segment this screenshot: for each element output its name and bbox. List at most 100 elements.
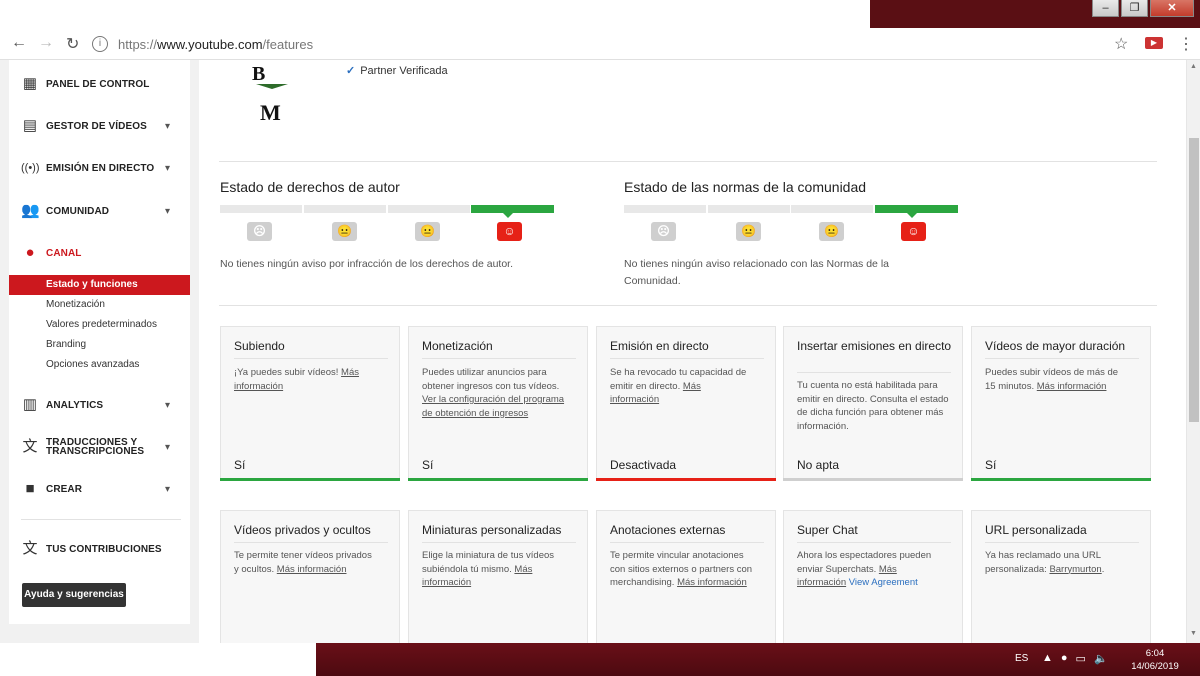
meter-indicator bbox=[906, 212, 918, 218]
sidebar-item-live[interactable]: ((•)) EMISIÓN EN DIRECTO ▾ bbox=[9, 158, 190, 178]
sidebar-item-label: CREAR bbox=[46, 483, 83, 495]
more-info-link[interactable]: Más bbox=[514, 564, 532, 575]
card-divider bbox=[610, 358, 764, 359]
more-info-link[interactable]: Más bbox=[341, 367, 359, 378]
more-info-link[interactable]: información bbox=[797, 577, 846, 588]
card-divider bbox=[797, 372, 951, 373]
chevron-down-icon[interactable]: ▾ bbox=[165, 484, 170, 495]
chevron-down-icon[interactable]: ▾ bbox=[165, 400, 170, 411]
sidebar-item-analytics[interactable]: ▥ ANALYTICS ▾ bbox=[9, 395, 190, 415]
close-icon[interactable]: ✕ bbox=[1150, 0, 1194, 17]
chevron-down-icon[interactable]: ▾ bbox=[165, 121, 170, 132]
language-indicator[interactable]: ES bbox=[1015, 653, 1028, 664]
view-agreement-link[interactable]: View Agreement bbox=[849, 577, 918, 588]
card-divider bbox=[422, 542, 576, 543]
sidebar-divider bbox=[21, 519, 181, 520]
tray-expand-icon[interactable]: ▲ bbox=[1042, 652, 1053, 665]
more-info-link[interactable]: Más información bbox=[277, 564, 347, 575]
neutral-face-icon: 😐 bbox=[332, 222, 357, 241]
minimize-icon[interactable]: – bbox=[1092, 0, 1119, 17]
card-title: Vídeos de mayor duración bbox=[985, 339, 1126, 353]
neutral-face-icon: 😐 bbox=[415, 222, 440, 241]
volume-icon[interactable]: 🔈 bbox=[1094, 652, 1108, 665]
back-arrow-icon[interactable]: ← bbox=[11, 34, 27, 52]
card-status: Sí bbox=[234, 458, 246, 472]
sad-face-icon: ☹ bbox=[651, 222, 676, 241]
monetization-settings-link[interactable]: Ver la configuración del programa bbox=[422, 394, 564, 405]
card-description: Ahora los espectadores pueden enviar Supe… bbox=[797, 549, 954, 590]
scroll-down-arrow-icon[interactable]: ▼ bbox=[1190, 630, 1197, 637]
feature-card-custom-url: URL personalizada Ya has reclamado una U… bbox=[971, 510, 1151, 643]
happy-face-icon: ☺ bbox=[497, 222, 522, 241]
card-status-bar bbox=[220, 478, 400, 481]
feature-card-longer-videos: Vídeos de mayor duración Puedes subir ví… bbox=[971, 326, 1151, 481]
sidebar-item-label: GESTOR DE VÍDEOS bbox=[46, 120, 147, 132]
forward-arrow-icon[interactable]: → bbox=[38, 34, 54, 52]
card-divider bbox=[985, 358, 1139, 359]
custom-url-link[interactable]: Barrymurton bbox=[1049, 564, 1101, 575]
info-icon[interactable]: i bbox=[92, 36, 108, 52]
sidebar-subitem-branding[interactable]: Branding bbox=[9, 335, 190, 355]
sidebar-subitem-defaults[interactable]: Valores predeterminados bbox=[9, 315, 190, 335]
card-divider bbox=[797, 542, 951, 543]
chevron-down-icon[interactable]: ▾ bbox=[165, 163, 170, 174]
more-info-link[interactable]: información bbox=[422, 577, 471, 588]
chevron-down-icon[interactable]: ▾ bbox=[165, 442, 170, 453]
feature-card-embed-live: Insertar emisiones en directo Tu cuenta … bbox=[783, 326, 963, 481]
more-info-link[interactable]: Más información bbox=[1037, 381, 1107, 392]
sidebar-item-label-line2: TRANSCRIPCIONES bbox=[46, 446, 145, 457]
url-prefix: https:// bbox=[118, 36, 158, 52]
address-bar[interactable]: i https://www.youtube.com/features bbox=[92, 33, 872, 55]
card-title: Vídeos privados y ocultos bbox=[234, 523, 371, 537]
feature-card-super-chat: Super Chat Ahora los espectadores pueden… bbox=[783, 510, 963, 643]
network-icon[interactable]: ▭ bbox=[1076, 652, 1086, 665]
card-desc-text: Te permite tener vídeos privados bbox=[234, 550, 372, 561]
sidebar-item-dashboard[interactable]: ▦ PANEL DE CONTROL bbox=[9, 74, 190, 94]
extension-icon[interactable]: ▶ bbox=[1145, 37, 1163, 49]
sidebar-item-create[interactable]: ■ CREAR ▾ bbox=[9, 479, 190, 499]
more-info-link[interactable]: Más bbox=[683, 381, 701, 392]
more-info-link[interactable]: Más bbox=[879, 564, 897, 575]
sidebar-subitem-monetization[interactable]: Monetización bbox=[9, 295, 190, 315]
clock[interactable]: 6:04 14/06/2019 bbox=[1120, 647, 1190, 673]
more-info-link[interactable]: información bbox=[610, 394, 659, 405]
sidebar-item-video-manager[interactable]: ▤ GESTOR DE VÍDEOS ▾ bbox=[9, 116, 190, 136]
more-info-link[interactable]: información bbox=[234, 381, 283, 392]
neutral-face-icon: 😐 bbox=[736, 222, 761, 241]
card-title: URL personalizada bbox=[985, 523, 1087, 537]
main-content: B M ✓ Partner Verificada Estado de derech… bbox=[199, 60, 1186, 643]
feature-card-private-videos: Vídeos privados y ocultos Te permite ten… bbox=[220, 510, 400, 643]
scroll-up-arrow-icon[interactable]: ▲ bbox=[1190, 63, 1197, 70]
tray-app-icon[interactable]: ● bbox=[1061, 652, 1068, 665]
video-camera-icon: ■ bbox=[25, 480, 35, 497]
card-status-bar bbox=[783, 478, 963, 481]
card-title: Subiendo bbox=[234, 339, 285, 353]
meter-segment bbox=[791, 205, 873, 213]
sidebar-item-community[interactable]: 👥 COMUNIDAD ▾ bbox=[9, 201, 190, 221]
card-title: Insertar emisiones en directo bbox=[797, 339, 952, 353]
happy-face-icon: ☺ bbox=[901, 222, 926, 241]
monetization-settings-link[interactable]: de obtención de ingresos bbox=[422, 408, 528, 419]
sidebar-item-contributions[interactable]: 文 TUS CONTRIBUCIONES bbox=[9, 539, 190, 559]
partner-label: Partner Verificada bbox=[360, 65, 448, 77]
more-info-link[interactable]: Más información bbox=[677, 577, 747, 588]
reload-icon[interactable]: ↻ bbox=[66, 34, 79, 54]
card-desc-text: subiéndola tú mismo. bbox=[422, 563, 512, 575]
window-titlebar-left bbox=[0, 0, 870, 28]
chevron-down-icon[interactable]: ▾ bbox=[165, 206, 170, 217]
browser-menu-icon[interactable]: ⋮ bbox=[1178, 34, 1194, 54]
card-desc-text: enviar Superchats. bbox=[797, 563, 877, 575]
card-divider bbox=[985, 542, 1139, 543]
divider bbox=[219, 161, 1157, 162]
page-scrollbar[interactable]: ▲ ▼ bbox=[1186, 60, 1200, 643]
sidebar-item-translations[interactable]: 文 TRADUCCIONES Y TRANSCRIPCIONES ▾ bbox=[9, 437, 190, 457]
help-feedback-button[interactable]: Ayuda y sugerencias bbox=[22, 583, 126, 607]
card-description: Puedes utilizar anuncios para obtener ing… bbox=[422, 366, 579, 420]
sidebar-item-channel[interactable]: ● CANAL bbox=[9, 243, 190, 263]
card-desc-text: Te permite vincular anotaciones bbox=[610, 550, 744, 561]
restore-icon[interactable]: ❐ bbox=[1121, 0, 1148, 17]
sidebar-subitem-advanced[interactable]: Opciones avanzadas bbox=[9, 355, 190, 375]
sidebar-subitem-status[interactable]: Estado y funciones bbox=[9, 275, 190, 295]
bookmark-star-icon[interactable]: ☆ bbox=[1114, 34, 1128, 54]
scrollbar-thumb[interactable] bbox=[1189, 138, 1199, 422]
